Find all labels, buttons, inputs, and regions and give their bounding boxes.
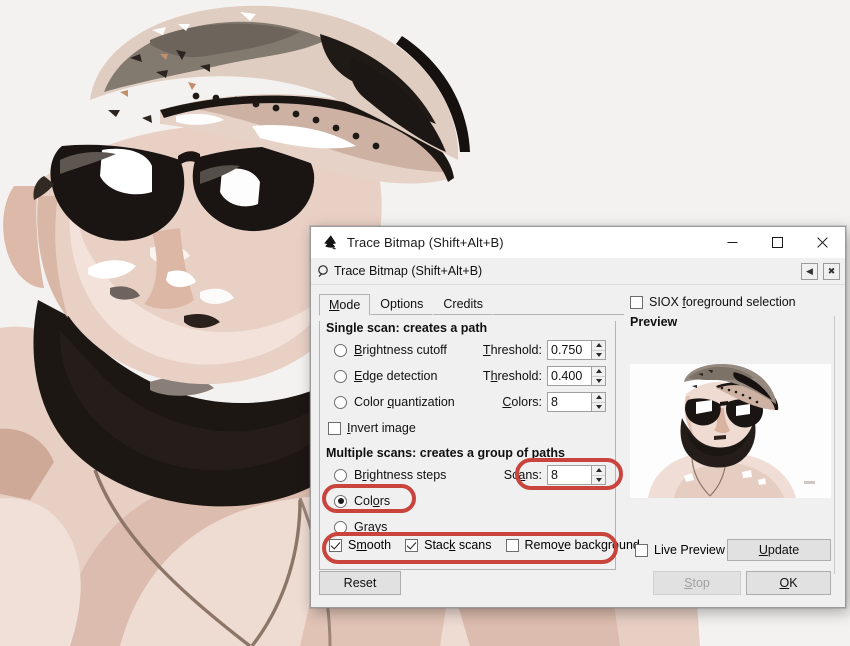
tab-mode[interactable]: Mode [319, 294, 371, 316]
spinner-down-colors-single[interactable] [592, 403, 605, 412]
spinner-up-scans[interactable] [592, 466, 605, 476]
tab-bar: Mode Options Credits [319, 293, 624, 316]
spinner-down-threshold-brightness[interactable] [592, 351, 605, 360]
mode-tab-panel: Single scan: creates a path Brightness c… [319, 321, 616, 570]
close-button[interactable] [800, 228, 845, 257]
input-colors-single[interactable] [547, 392, 591, 412]
spinner-scans[interactable] [547, 465, 606, 485]
option-stack-scans[interactable]: Stack scans [405, 538, 492, 552]
single-scan-group-label: Single scan: creates a path [326, 321, 488, 335]
preview-image [630, 364, 831, 498]
row-invert-image: Invert image [320, 415, 615, 441]
label-invert-image: Invert image [347, 421, 416, 435]
row-color-quantization: Color quantization Colors: [320, 389, 615, 415]
minimize-button[interactable] [710, 228, 755, 257]
row-brightness-cutoff: Brightness cutoff Threshold: [320, 337, 615, 363]
tab-credits[interactable]: Credits [433, 293, 493, 315]
option-smooth[interactable]: Smooth [329, 538, 391, 552]
checkbox-invert-image[interactable] [328, 421, 341, 435]
update-button-label: Update [758, 543, 800, 557]
label-stack-scans: Stack scans [424, 538, 492, 552]
scan-options-strip: Smooth Stack scans Remove background [329, 538, 654, 552]
radio-color-quantization[interactable] [334, 395, 347, 409]
label-grays: Grays [354, 520, 388, 534]
radio-edge-detection[interactable] [334, 369, 347, 383]
spinner-colors-single[interactable] [547, 392, 606, 412]
row-grays: Grays [320, 514, 615, 540]
ok-button[interactable]: OK [746, 571, 831, 595]
spinner-down-threshold-edge[interactable] [592, 377, 605, 386]
label-brightness-cutoff: Brightness cutoff [354, 343, 447, 357]
row-edge-detection: Edge detection Threshold: [320, 363, 615, 389]
maximize-button[interactable] [755, 228, 800, 257]
checkbox-live-preview[interactable] [635, 543, 648, 557]
checkbox-siox-foreground-selection[interactable] [630, 295, 643, 309]
tab-mode-accel: M [329, 298, 340, 312]
tab-mode-label-rest: ode [339, 298, 361, 312]
stop-button-label: Stop [684, 576, 710, 590]
radio-colors[interactable] [334, 494, 347, 508]
row-siox: SIOX foreground selection [630, 295, 845, 309]
radio-brightness-steps[interactable] [334, 468, 347, 482]
label-threshold-brightness: Threshold: [482, 343, 542, 357]
spinner-up-threshold-edge[interactable] [592, 367, 605, 377]
update-button[interactable]: Update [727, 539, 831, 561]
label-edge-detection: Edge detection [354, 369, 438, 383]
checkbox-remove-background[interactable] [505, 538, 519, 552]
input-threshold-brightness[interactable] [547, 340, 591, 360]
spinner-up-colors-single[interactable] [592, 393, 605, 403]
label-smooth: Smooth [348, 538, 392, 552]
checkbox-stack-scans[interactable] [405, 538, 419, 552]
tab-options-label: Options [380, 297, 424, 311]
label-colors: Colors [354, 494, 391, 508]
collapse-dock-button[interactable]: ◀ [801, 262, 818, 280]
radio-brightness-cutoff[interactable] [334, 343, 347, 357]
row-colors: Colors [320, 488, 615, 514]
checkbox-smooth[interactable] [329, 538, 342, 552]
spinner-threshold-brightness[interactable] [547, 340, 606, 360]
label-remove-background: Remove background [524, 538, 640, 552]
input-scans[interactable] [547, 465, 591, 485]
label-brightness-steps: Brightness steps [354, 468, 447, 482]
tab-options[interactable]: Options [370, 293, 434, 315]
spinner-buttons-threshold-edge[interactable] [591, 366, 606, 386]
label-live-preview: Live Preview [654, 543, 725, 557]
trace-bitmap-icon [314, 264, 334, 278]
radio-grays[interactable] [334, 520, 347, 534]
window-titlebar: Trace Bitmap (Shift+Alt+B) [311, 227, 845, 258]
stop-button[interactable]: Stop [653, 571, 741, 595]
label-colors-single: Colors: [502, 395, 542, 409]
spinner-threshold-edge[interactable] [547, 366, 606, 386]
option-live-preview[interactable]: Live Preview [635, 543, 725, 557]
spinner-buttons-scans[interactable] [591, 465, 606, 485]
label-scans: Scans: [503, 468, 542, 482]
tab-bar-filler [492, 314, 624, 315]
preview-label: Preview [630, 315, 678, 329]
dock-title: Trace Bitmap (Shift+Alt+B) [334, 264, 483, 278]
inkscape-logo-icon [317, 234, 343, 251]
row-brightness-steps: Brightness steps Scans: [320, 462, 615, 488]
close-dock-button[interactable]: ✖ [823, 262, 840, 280]
reset-button-label: Reset [343, 576, 377, 590]
spinner-buttons-colors-single[interactable] [591, 392, 606, 412]
ok-button-label: OK [779, 576, 798, 590]
spinner-down-scans[interactable] [592, 476, 605, 485]
window-title: Trace Bitmap (Shift+Alt+B) [347, 234, 504, 250]
tab-credits-label: Credits [443, 297, 483, 311]
input-threshold-edge[interactable] [547, 366, 591, 386]
label-color-quantization: Color quantization [354, 395, 455, 409]
left-pane: Mode Options Credits Single scan: create… [311, 285, 624, 607]
dock-header: Trace Bitmap (Shift+Alt+B) ◀ ✖ [311, 258, 845, 285]
label-threshold-edge: Threshold: [482, 369, 542, 383]
spinner-up-threshold-brightness[interactable] [592, 341, 605, 351]
label-siox-foreground-selection: SIOX foreground selection [649, 295, 796, 309]
spinner-buttons-threshold-brightness[interactable] [591, 340, 606, 360]
reset-button[interactable]: Reset [319, 571, 401, 595]
multiple-scans-group-label: Multiple scans: creates a group of paths [326, 446, 565, 460]
option-remove-background[interactable]: Remove background [505, 538, 640, 552]
